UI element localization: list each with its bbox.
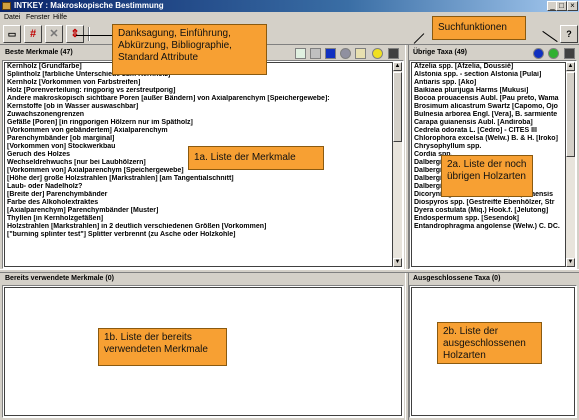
- yellow-circle-icon[interactable]: [372, 48, 383, 59]
- scroll-thumb[interactable]: [566, 72, 575, 157]
- list-item[interactable]: Cedrela odorata L. [Cedro] - CITES III: [412, 127, 565, 135]
- used-characters-header: Bereits verwendete Merkmale (0): [2, 273, 402, 284]
- vertical-scrollbar[interactable]: ▲ ▼: [566, 62, 575, 267]
- link-icon[interactable]: [548, 48, 559, 59]
- list-1b-callout-text: 1b. Liste der bereits verwendeten Merkma…: [104, 332, 208, 355]
- list-item[interactable]: Holzstrahlen [Markstrahlen] in 2 deutlic…: [5, 223, 392, 231]
- toolbar-separator: [88, 27, 90, 41]
- list-item[interactable]: Carapa guianensis Aubl. [Andiroba]: [412, 119, 565, 127]
- close-button[interactable]: ×: [567, 1, 578, 11]
- excluded-taxa-header: Ausgeschlossene Taxa (0): [410, 273, 576, 284]
- list-item[interactable]: Kernstoffe [ob in Wasser auswaschbar]: [5, 103, 392, 111]
- list-item[interactable]: Afzelia spp. [Afzelia, Doussié]: [412, 63, 565, 71]
- scroll-up-icon[interactable]: ▲: [566, 62, 575, 71]
- list-item[interactable]: Baikiaea plurijuga Harms [Mukusi]: [412, 87, 565, 95]
- list-item[interactable]: Thyllen [in Kernholzgefäßen]: [5, 215, 392, 223]
- list-item[interactable]: ["burning splinter test"] Splitter verbr…: [5, 231, 392, 239]
- list-item[interactable]: Chlorophora excelsa (Welw.) B. & H. [Iro…: [412, 135, 565, 143]
- circle-icon[interactable]: [340, 48, 351, 59]
- blue-square-icon[interactable]: [325, 48, 336, 59]
- list-2a-callout-text: 2a. Liste der noch übrigen Holzarten: [447, 159, 527, 182]
- list-item[interactable]: Zuwachszonengrenzen: [5, 111, 392, 119]
- list-item[interactable]: [Breite der] Parenchymbänder: [5, 191, 392, 199]
- list-item[interactable]: Dyera costulata (Miq.) Hook.f. [Jelutong…: [412, 207, 565, 215]
- title-bar: INTKEY : Makroskopische Bestimmung: [0, 0, 579, 12]
- list-item[interactable]: Brosimum alicastrum Swartz [Capomo, Ojo: [412, 103, 565, 111]
- menu-hilfe[interactable]: Hilfe: [53, 13, 67, 22]
- cross-button[interactable]: ✕: [45, 25, 63, 43]
- hash-button[interactable]: #: [24, 25, 42, 43]
- split-button[interactable]: ⇕: [66, 25, 84, 43]
- scroll-down-icon[interactable]: ▼: [393, 258, 402, 267]
- toolbar-callout-text: Danksagung, Einführung, Abkürzung, Bibli…: [118, 28, 232, 63]
- menu-fenster[interactable]: Fenster: [26, 13, 50, 22]
- info-icon[interactable]: [533, 48, 544, 59]
- scroll-thumb[interactable]: [393, 72, 402, 142]
- list-2a-callout: 2a. Liste der noch übrigen Holzarten: [441, 155, 533, 197]
- toolbar-callout: Danksagung, Einführung, Abkürzung, Bibli…: [112, 24, 267, 75]
- list-item[interactable]: Andere makroskopisch sichtbare Poren [au…: [5, 95, 392, 103]
- binoculars-icon[interactable]: [388, 48, 399, 59]
- maximize-button[interactable]: □: [556, 1, 567, 11]
- window-title: INTKEY : Makroskopische Bestimmung: [14, 1, 164, 10]
- menu-datei[interactable]: Datei: [4, 13, 20, 22]
- scroll-down-icon[interactable]: ▼: [566, 258, 575, 267]
- list-item[interactable]: [Vorkommen von gebändertem] Axialparench…: [5, 127, 392, 135]
- list-item[interactable]: Endospermum spp. [Sesendok]: [412, 215, 565, 223]
- list-2b-callout: 2b. Liste der ausgeschlossenen Holzarten: [437, 322, 542, 364]
- list-item[interactable]: Chrysophyllum spp.: [412, 143, 565, 151]
- list-1a-callout-text: 1a. Liste der Merkmale: [194, 152, 296, 163]
- list-1b-callout: 1b. Liste der bereits verwendeten Merkma…: [98, 328, 227, 366]
- info-card-icon[interactable]: ▭: [3, 25, 21, 43]
- list-item[interactable]: Bulnesia arborea Engl. [Vera], B. sarmie…: [412, 111, 565, 119]
- vertical-scrollbar[interactable]: ▲ ▼: [393, 62, 402, 267]
- list-item[interactable]: Laub- oder Nadelholz?: [5, 183, 392, 191]
- list-item[interactable]: Parenchymbänder [ob marginal]: [5, 135, 392, 143]
- list-1a-callout: 1a. Liste der Merkmale: [188, 146, 324, 170]
- list-item[interactable]: Diospyros spp. [Gestreifte Ebenhölzer, S…: [412, 199, 565, 207]
- arrow-green-icon[interactable]: [295, 48, 306, 59]
- list-item[interactable]: Alstonia spp. - section Alstonia [Pulai]: [412, 71, 565, 79]
- list-item[interactable]: Entandrophragma angolense (Welw.) C. DC.: [412, 223, 565, 231]
- scroll-up-icon[interactable]: ▲: [393, 62, 402, 71]
- app-icon: [2, 2, 11, 10]
- search-callout-text: Suchfunktionen: [438, 22, 507, 33]
- remaining-taxa-header: Übrige Taxa (49): [410, 47, 530, 58]
- list-item[interactable]: Farbe des Alkoholextraktes: [5, 199, 392, 207]
- list-item[interactable]: Antiaris spp. [Ako]: [412, 79, 565, 87]
- list-item[interactable]: Holz [Porenverteilung: ringporig vs zers…: [5, 87, 392, 95]
- list-item[interactable]: [Axialparenchym] Parenchymbänder [Muster…: [5, 207, 392, 215]
- callout-pointer: [76, 35, 112, 36]
- list-2b-callout-text: 2b. Liste der ausgeschlossenen Holzarten: [443, 326, 526, 361]
- list-item[interactable]: Bocoa prouacensis Aubl. [Pau preto, Wama: [412, 95, 565, 103]
- binoculars-icon[interactable]: [564, 48, 575, 59]
- list-item[interactable]: Kernholz [Vorkommen von Farbstreifen]: [5, 79, 392, 87]
- search-callout: Suchfunktionen: [432, 16, 526, 40]
- help-icon[interactable]: ?: [560, 25, 578, 43]
- list-item[interactable]: Gefäße [Poren] [in ringporigen Hölzern n…: [5, 119, 392, 127]
- list-item[interactable]: [Höhe der] große Holzstrahlen [Markstrah…: [5, 175, 392, 183]
- list-icon[interactable]: [310, 48, 321, 59]
- wave-icon[interactable]: [355, 48, 366, 59]
